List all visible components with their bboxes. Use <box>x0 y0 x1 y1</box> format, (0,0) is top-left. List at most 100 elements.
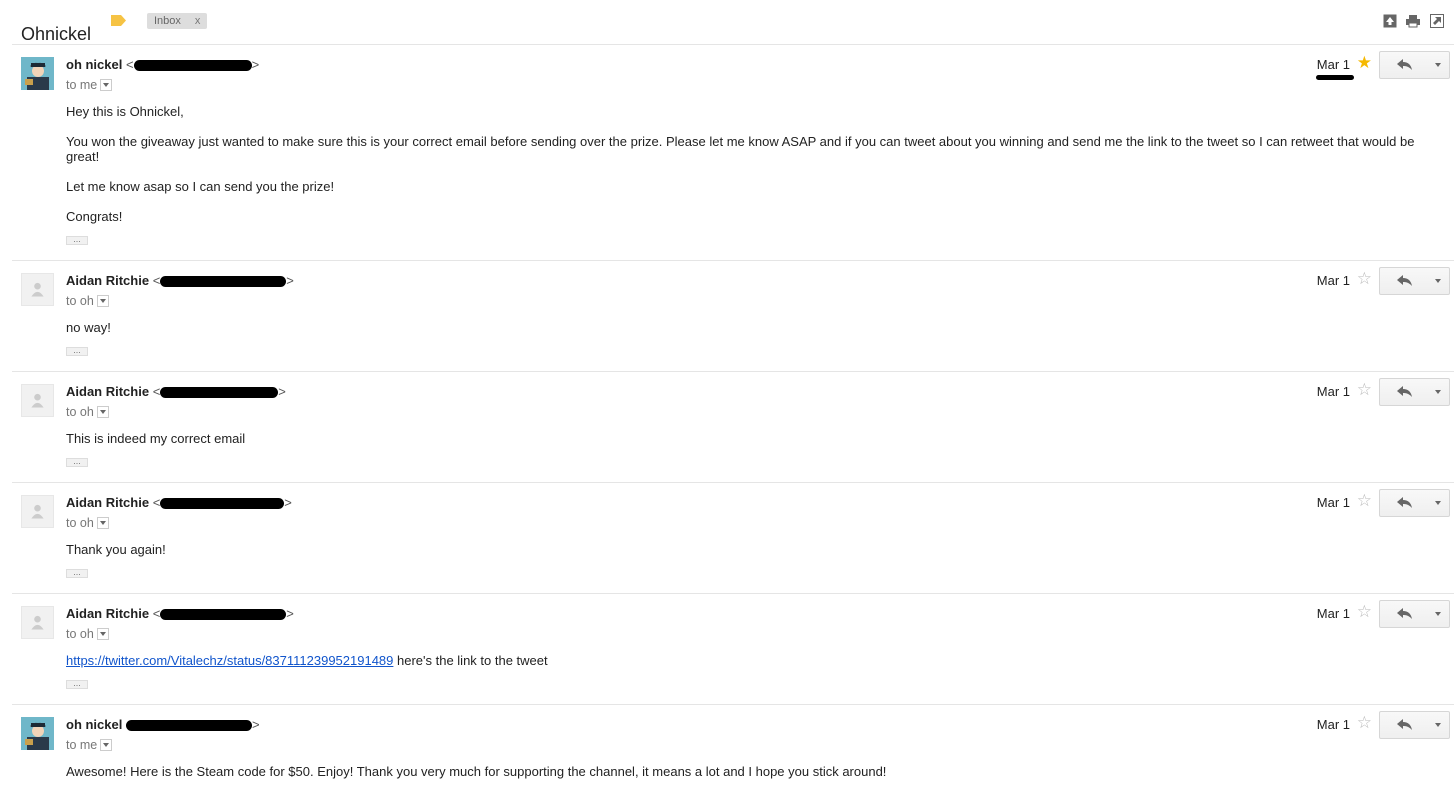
label-tag-icon[interactable] <box>111 15 126 26</box>
star-icon[interactable]: ★ <box>1357 54 1372 71</box>
message-item: Aidan Ritchie < > to oh Mar 1 ☆ https://t… <box>12 593 1454 705</box>
sender-name[interactable]: Aidan Ritchie <box>66 495 149 510</box>
recipient-text: to me <box>66 78 98 92</box>
inbox-label-text: Inbox <box>154 15 181 27</box>
message-item: oh nickel > to me Mar 1 ☆ Awesome! Here … <box>12 704 1454 797</box>
recipient-text: to oh <box>66 516 94 530</box>
print-icon[interactable] <box>1406 14 1420 28</box>
more-actions-button[interactable] <box>1428 51 1450 79</box>
sender-line: Aidan Ritchie < > <box>66 273 294 288</box>
reply-button[interactable] <box>1379 489 1430 517</box>
body-paragraph: You won the giveaway just wanted to make… <box>66 134 1415 164</box>
more-actions-button[interactable] <box>1428 489 1450 517</box>
sender-name[interactable]: Aidan Ritchie <box>66 606 149 621</box>
reply-icon <box>1397 59 1412 70</box>
star-icon[interactable]: ☆ <box>1357 603 1372 620</box>
body-paragraph: This is indeed my correct email <box>66 431 246 446</box>
reply-button-group <box>1379 711 1450 739</box>
message-date[interactable]: Mar 1 <box>1317 606 1350 621</box>
sender-line: Aidan Ritchie < > <box>66 495 292 510</box>
remove-label-button[interactable]: x <box>195 15 201 27</box>
recipient-line: to oh <box>66 516 109 530</box>
thread-header: Ohnickel Inbox x <box>0 0 1454 44</box>
show-trimmed-content-button[interactable]: ... <box>66 346 88 356</box>
show-trimmed-content-button[interactable]: ... <box>66 235 88 245</box>
recipient-text: to oh <box>66 405 94 419</box>
reply-button[interactable] <box>1379 51 1430 79</box>
more-actions-button[interactable] <box>1428 378 1450 406</box>
body-paragraph: Let me know asap so I can send you the p… <box>66 179 335 194</box>
sender-email: < > <box>152 273 294 288</box>
redaction-mark <box>160 276 287 288</box>
message-item: oh nickel < > to me Mar 1 ★ Hey this is O… <box>12 44 1454 261</box>
sender-line: oh nickel < > <box>66 57 259 72</box>
message-item: Aidan Ritchie < > to oh Mar 1 ☆ This is i… <box>12 371 1454 483</box>
show-trimmed-content-button[interactable]: ... <box>66 568 88 578</box>
message-date[interactable]: Mar 1 <box>1317 273 1350 288</box>
body-paragraph: Awesome! Here is the Steam code for $50.… <box>66 764 887 779</box>
recipient-line: to oh <box>66 294 109 308</box>
show-trimmed-content-button[interactable]: ... <box>66 457 88 467</box>
reply-button[interactable] <box>1379 711 1430 739</box>
sender-name[interactable]: Aidan Ritchie <box>66 273 149 288</box>
body-paragraph: Hey this is Ohnickel, <box>66 104 184 119</box>
show-details-dropdown[interactable] <box>96 405 109 418</box>
show-details-dropdown[interactable] <box>96 516 109 529</box>
default-avatar-icon <box>21 273 54 306</box>
show-details-dropdown[interactable] <box>96 627 109 640</box>
message-body: https://twitter.com/Vitalechz/status/837… <box>66 653 1426 683</box>
reply-button[interactable] <box>1379 378 1430 406</box>
redaction-mark <box>160 387 279 399</box>
message-item: Aidan Ritchie < > to oh Mar 1 ☆ Thank you… <box>12 482 1454 594</box>
message-date[interactable]: Mar 1 <box>1317 384 1350 399</box>
redaction-mark <box>160 609 287 621</box>
reply-button-group <box>1379 51 1450 79</box>
inbox-label-chip: Inbox x <box>147 13 208 29</box>
tweet-link[interactable]: https://twitter.com/Vitalechz/status/837… <box>66 653 393 668</box>
default-avatar-icon <box>21 606 54 639</box>
recipient-line: to me <box>66 738 113 752</box>
new-window-icon[interactable] <box>1430 14 1444 28</box>
more-actions-button[interactable] <box>1428 711 1450 739</box>
body-paragraph: Congrats! <box>66 209 123 224</box>
show-details-dropdown[interactable] <box>96 294 109 307</box>
more-actions-button[interactable] <box>1428 600 1450 628</box>
message-date[interactable]: Mar 1 <box>1317 57 1350 72</box>
sender-email: < > <box>152 606 294 621</box>
redaction-mark <box>1316 75 1354 80</box>
recipient-text: to me <box>66 738 98 752</box>
expand-all-icon[interactable] <box>1383 14 1397 28</box>
show-details-dropdown[interactable] <box>100 738 113 751</box>
sender-avatar <box>21 717 54 750</box>
message-body: This is indeed my correct email <box>66 431 1426 461</box>
reply-icon <box>1397 386 1412 397</box>
message-item: Aidan Ritchie < > to oh Mar 1 ☆ no way! .… <box>12 260 1454 372</box>
reply-button-group <box>1379 267 1450 295</box>
message-date[interactable]: Mar 1 <box>1317 717 1350 732</box>
sender-name[interactable]: oh nickel <box>66 57 122 72</box>
reply-button[interactable] <box>1379 600 1430 628</box>
body-paragraph: no way! <box>66 320 111 335</box>
message-date[interactable]: Mar 1 <box>1317 495 1350 510</box>
more-actions-button[interactable] <box>1428 267 1450 295</box>
star-icon[interactable]: ☆ <box>1357 270 1372 287</box>
sender-name[interactable]: Aidan Ritchie <box>66 384 149 399</box>
message-body: Awesome! Here is the Steam code for $50.… <box>66 764 1426 794</box>
recipient-line: to oh <box>66 627 109 641</box>
sender-email: < > <box>152 384 286 399</box>
sender-line: Aidan Ritchie < > <box>66 606 294 621</box>
sender-avatar <box>21 57 54 90</box>
sender-email: > <box>125 717 260 732</box>
show-trimmed-content-button[interactable]: ... <box>66 679 88 689</box>
star-icon[interactable]: ☆ <box>1357 381 1372 398</box>
sender-line: Aidan Ritchie < > <box>66 384 286 399</box>
reply-button[interactable] <box>1379 267 1430 295</box>
star-icon[interactable]: ☆ <box>1357 714 1372 731</box>
star-icon[interactable]: ☆ <box>1357 492 1372 509</box>
show-details-dropdown[interactable] <box>100 78 113 91</box>
sender-name[interactable]: oh nickel <box>66 717 122 732</box>
message-body: Thank you again! <box>66 542 1426 572</box>
message-body: Hey this is Ohnickel, You won the giveaw… <box>66 104 1426 239</box>
redaction-mark <box>160 498 285 510</box>
reply-button-group <box>1379 600 1450 628</box>
